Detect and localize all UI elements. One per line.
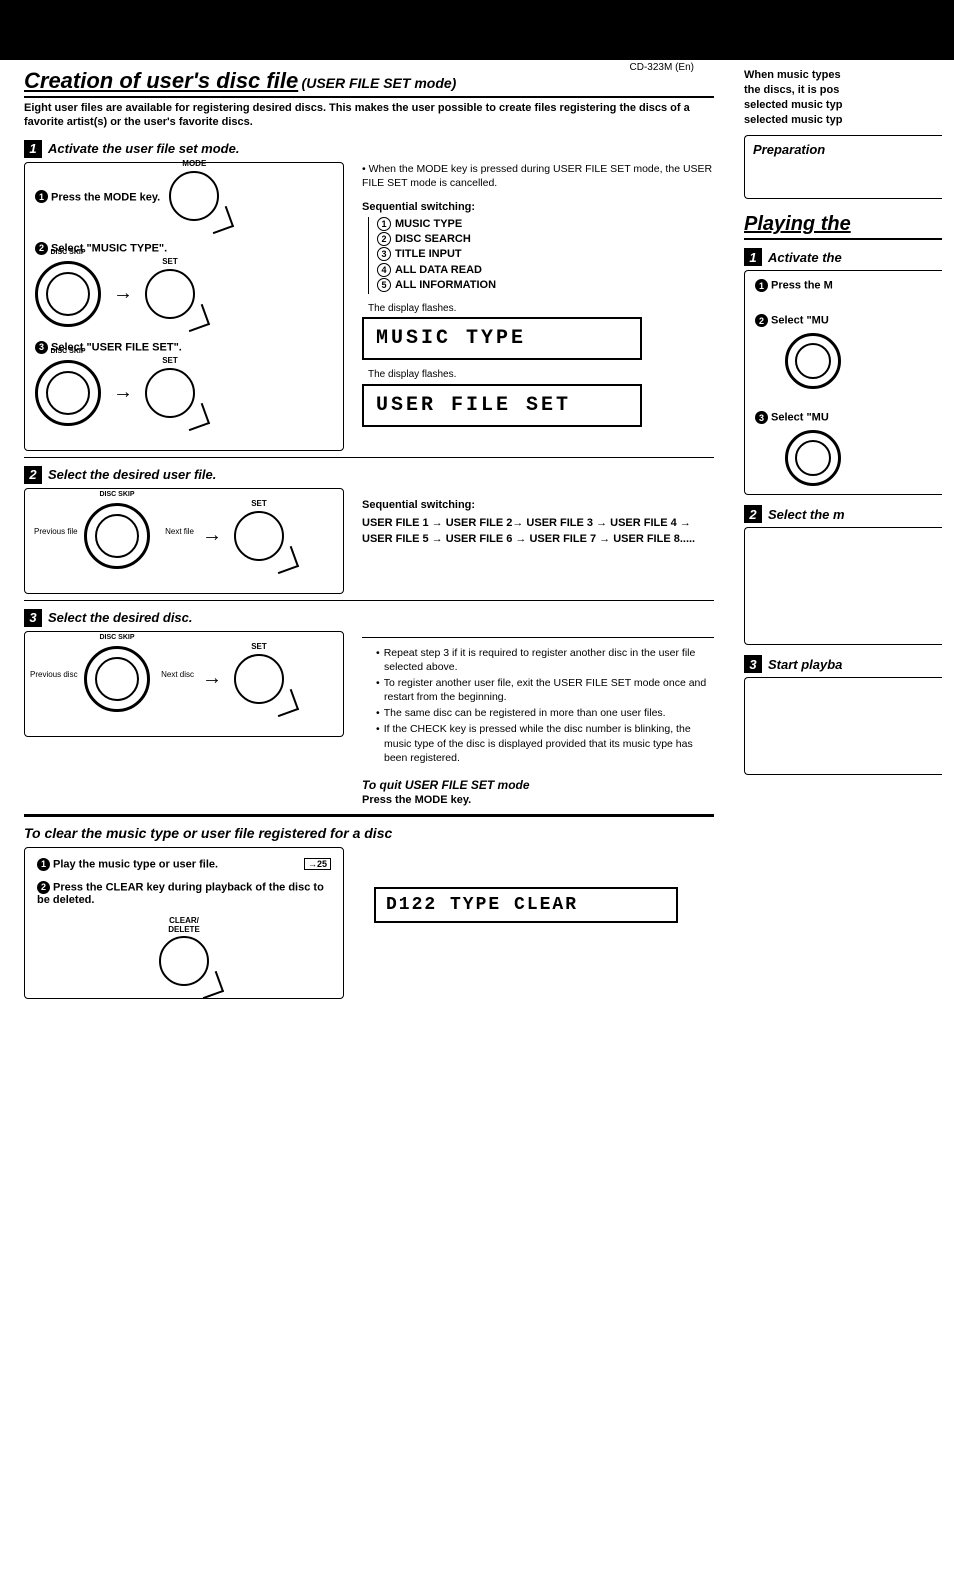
- clear-sub-2-icon: 2: [37, 881, 50, 894]
- step-1-label: Activate the user file set mode.: [48, 141, 239, 156]
- clear-key-label: CLEAR/ DELETE: [37, 916, 331, 934]
- set-button-3[interactable]: [234, 511, 284, 561]
- right-intro-fragment: When music types the discs, it is pos se…: [744, 68, 942, 127]
- r-dial-1[interactable]: [785, 333, 841, 389]
- r-step-1-panel: 1Press the M 2Select "MU 3Select "MU: [744, 270, 942, 495]
- clear-step-2: Press the CLEAR key during playback of t…: [37, 881, 324, 906]
- r-s1: Press the M: [771, 280, 833, 292]
- section-divider: [24, 814, 714, 817]
- r-step-1-badge: 1: [744, 248, 762, 266]
- r-s3: Select "MU: [771, 412, 829, 424]
- step3-note-2: To register another user file, exit the …: [376, 676, 714, 704]
- preparation-box: Preparation: [744, 135, 942, 199]
- r-step-3-badge: 3: [744, 655, 762, 673]
- arrow-icon-4: →: [202, 667, 222, 690]
- step-1-panel: 1Press the MODE key. MODE 2Select "MUSIC…: [24, 162, 344, 451]
- step-3-description: Repeat step 3 if it is required to regis…: [362, 631, 714, 808]
- page-ref-icon: →25: [304, 858, 331, 870]
- arrow-icon-3: →: [202, 524, 222, 547]
- seq-switch-heading-2: Sequential switching:: [362, 498, 714, 513]
- mode-key-icon[interactable]: [169, 171, 219, 221]
- set-label-1: SET: [162, 257, 178, 266]
- set-button[interactable]: [145, 269, 195, 319]
- main-title: Creation of user's disc file: [24, 68, 298, 93]
- quit-body: Press the MODE key.: [362, 793, 714, 808]
- mode-cancel-note: When the MODE key is pressed during USER…: [362, 163, 712, 189]
- section-title: Creation of user's disc file (USER FILE …: [24, 68, 714, 98]
- arrow-icon-2: →: [113, 381, 133, 404]
- prev-disc-label: Previous disc: [30, 670, 78, 679]
- disc-dial[interactable]: [84, 646, 150, 712]
- quit-heading: To quit USER FILE SET mode: [362, 777, 714, 793]
- user-file-sequence: USER FILE 1 → USER FILE 2→ USER FILE 3 →…: [362, 516, 714, 547]
- next-disc-label: Next disc: [161, 670, 194, 679]
- seq-switch-heading: Sequential switching:: [362, 200, 714, 215]
- mode-key-label: MODE: [182, 159, 206, 168]
- seq-switch-list: 1MUSIC TYPE 2DISC SEARCH 3TITLE INPUT 4A…: [368, 217, 714, 294]
- disc-skip-label-3: DISC SKIP: [99, 491, 134, 498]
- step-1-badge: 1: [24, 140, 42, 158]
- set-button-2[interactable]: [145, 368, 195, 418]
- title-mode: (USER FILE SET mode): [302, 75, 457, 91]
- r-step-3-label: Start playba: [768, 657, 842, 672]
- step-3-panel: DISC SKIP Previous disc Next disc → SET: [24, 631, 344, 737]
- clear-step-1: Play the music type or user file.: [53, 858, 218, 870]
- set-label-4: SET: [251, 642, 267, 651]
- sub-1-text: Press the MODE key.: [51, 191, 160, 203]
- r-step-3-panel: [744, 677, 942, 775]
- disc-skip-label-4: DISC SKIP: [99, 634, 134, 641]
- set-label-2: SET: [162, 356, 178, 365]
- lcd-user-file-set: USER FILE SET: [362, 384, 642, 427]
- sub-3-icon: 3: [35, 341, 48, 354]
- lcd-clear: D122 TYPE CLEAR: [374, 887, 678, 923]
- window-black-bar: [0, 0, 954, 60]
- clear-panel: 1Play the music type or user file. →25 2…: [24, 847, 344, 999]
- intro-text: Eight user files are available for regis…: [24, 102, 714, 130]
- step3-note-1: Repeat step 3 if it is required to regis…: [376, 646, 714, 674]
- disc-skip-label-1: DISC SKIP: [50, 249, 85, 256]
- model-number: CD-323M (En): [630, 62, 694, 73]
- prev-file-label: Previous file: [34, 527, 78, 536]
- disc-skip-dial-2[interactable]: [35, 360, 101, 426]
- file-dial[interactable]: [84, 503, 150, 569]
- lcd-music-type: MUSIC TYPE: [362, 317, 642, 360]
- disc-skip-label-2: DISC SKIP: [50, 348, 85, 355]
- sub-2-icon: 2: [35, 242, 48, 255]
- preparation-label: Preparation: [753, 142, 825, 157]
- r-s2: Select "MU: [771, 315, 829, 327]
- r-step-2-label: Select the m: [768, 507, 845, 522]
- step-2-badge: 2: [24, 466, 42, 484]
- step3-note-4: If the CHECK key is pressed while the di…: [376, 722, 714, 765]
- step-2-description: Sequential switching: USER FILE 1 → USER…: [362, 488, 714, 548]
- next-file-label: Next file: [165, 527, 194, 536]
- step-3-badge: 3: [24, 609, 42, 627]
- clear-sub-1-icon: 1: [37, 858, 50, 871]
- right-section-title: Playing the: [744, 213, 942, 240]
- r-step-1-label: Activate the: [768, 250, 842, 265]
- display-flashes-1: The display flashes.: [368, 302, 714, 316]
- clear-key-icon[interactable]: [159, 936, 209, 986]
- set-label-3: SET: [251, 499, 267, 508]
- sub-1-icon: 1: [35, 190, 48, 203]
- display-flashes-2: The display flashes.: [368, 368, 714, 382]
- clear-title: To clear the music type or user file reg…: [24, 825, 714, 841]
- step-1-description: • When the MODE key is pressed during US…: [362, 162, 714, 435]
- step3-note-3: The same disc can be registered in more …: [376, 706, 714, 720]
- step-2-panel: DISC SKIP Previous file Next file → SET: [24, 488, 344, 594]
- set-button-4[interactable]: [234, 654, 284, 704]
- r-step-2-badge: 2: [744, 505, 762, 523]
- arrow-icon: →: [113, 282, 133, 305]
- r-dial-2[interactable]: [785, 430, 841, 486]
- disc-skip-dial[interactable]: [35, 261, 101, 327]
- step-3-label: Select the desired disc.: [48, 610, 193, 625]
- step-2-label: Select the desired user file.: [48, 467, 216, 482]
- r-step-2-panel: [744, 527, 942, 645]
